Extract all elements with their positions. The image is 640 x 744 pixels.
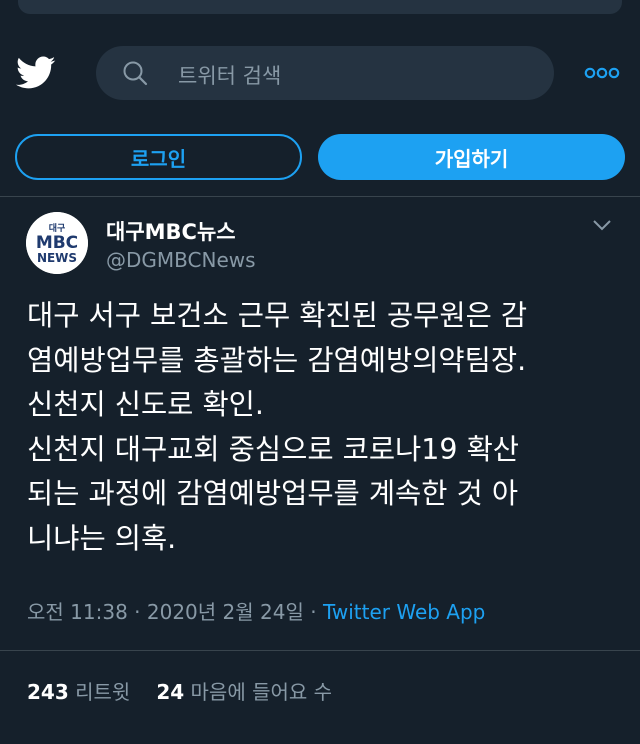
divider xyxy=(0,196,640,197)
tweet-date[interactable]: 2020년 2월 24일 xyxy=(147,600,304,624)
tweet-text-line: 염예방업무를 총괄하는 감염예방의약팀장. xyxy=(27,343,527,377)
tweet-text-line: 신천지 신도로 확인. xyxy=(27,388,264,421)
tweet-time[interactable]: 오전 11:38 xyxy=(27,600,128,624)
divider xyxy=(0,650,640,651)
retweets-stat[interactable]: 243 리트윗 xyxy=(27,680,130,704)
avatar-middle-text: MBC xyxy=(36,233,78,253)
separator: · xyxy=(134,600,141,624)
search-placeholder: 트위터 검색 xyxy=(178,64,282,88)
tweet-meta: 오전 11:38 · 2020년 2월 24일 · Twitter Web Ap… xyxy=(27,596,485,625)
tweet-text-line: 니냐는 의혹. xyxy=(27,521,177,555)
tweet-text-line: 신천지 대구교회 중심으로 코로나19 확산 xyxy=(27,432,520,466)
tweet-stats: 243 리트윗 24 마음에 들어요 수 xyxy=(27,676,332,705)
search-input[interactable]: 트위터 검색 xyxy=(96,46,554,100)
separator: · xyxy=(310,600,317,624)
tweet-source-link[interactable]: Twitter Web App xyxy=(323,600,485,624)
twitter-bird-icon[interactable] xyxy=(16,56,56,90)
search-icon xyxy=(123,61,148,86)
retweets-count: 243 xyxy=(27,680,69,704)
author-name[interactable]: 대구MBC뉴스 xyxy=(106,216,236,246)
login-button[interactable]: 로그인 xyxy=(15,134,302,180)
tweet-text-line: 대구 서구 보건소 근무 확진된 공무원은 감 xyxy=(27,299,528,332)
chevron-down-icon[interactable] xyxy=(592,218,612,232)
author-handle[interactable]: @DGMBCNews xyxy=(106,248,256,272)
more-icon[interactable] xyxy=(584,66,620,80)
top-search-strip xyxy=(18,0,622,14)
avatar-bottom-text: NEWS xyxy=(37,251,77,265)
retweets-label: 리트윗 xyxy=(75,680,131,704)
likes-label: 마음에 들어요 수 xyxy=(190,680,333,704)
signup-button[interactable]: 가입하기 xyxy=(318,134,625,180)
mbc-news-logo: 대구 MBC NEWS xyxy=(26,212,88,274)
tweet-text: 대구 서구 보건소 근무 확진된 공무원은 감 염예방업무를 총괄하는 감염예방… xyxy=(27,294,627,561)
avatar[interactable]: 대구 MBC NEWS xyxy=(26,212,88,274)
likes-count: 24 xyxy=(156,680,185,704)
likes-stat[interactable]: 24 마음에 들어요 수 xyxy=(156,680,332,704)
header: 트위터 검색 xyxy=(0,46,640,100)
tweet-text-line: 되는 과정에 감염예방업무를 계속한 것 아 xyxy=(27,477,519,510)
